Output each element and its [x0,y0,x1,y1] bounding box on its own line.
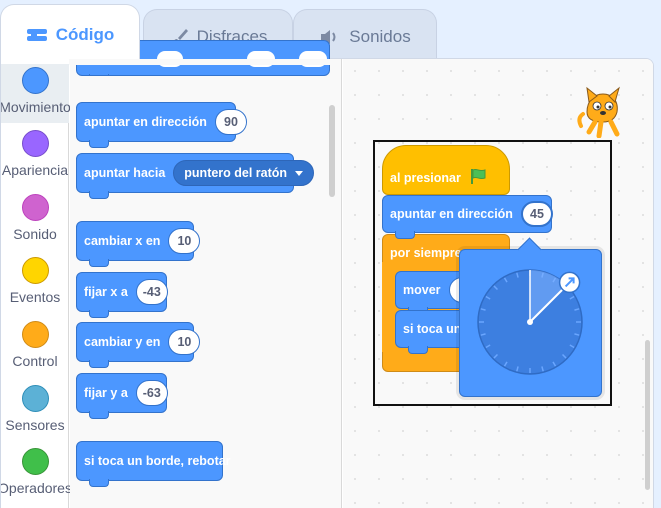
sensing-dot [21,385,49,412]
block-label: si toca un borde, rebotar [84,454,231,468]
block-label: mover [403,283,441,297]
script-direction-input[interactable]: 45 [520,201,553,227]
green-flag-icon [470,168,486,184]
sound-dot [21,194,49,221]
direction-dial-popover[interactable] [459,249,602,397]
category-motion[interactable]: Movimiento [0,59,71,123]
block-change-x[interactable]: cambiar x en 10 [76,221,201,267]
category-operators[interactable]: Operadores [0,440,72,504]
motion-dot [21,67,49,94]
dropdown-arrow-icon [295,170,304,176]
category-label: Movimiento [0,99,71,115]
block-label: apuntar en dirección [84,115,207,129]
block-label: apuntar en dirección [390,207,513,221]
hat-label: al presionar [390,171,461,185]
forever-arm [382,262,396,352]
category-events[interactable]: Eventos [1,249,69,313]
block-set-x[interactable]: fijar x a -43 [76,272,168,318]
block-bounce[interactable]: si toca un borde, rebotar [76,441,231,487]
script-point-direction-block[interactable]: apuntar en dirección 45 [382,195,553,239]
tab-sounds-label: Sonidos [349,26,411,46]
forever-label: por siempre [390,246,462,260]
direction-dial[interactable] [460,250,601,396]
category-label: Apariencia [1,162,69,178]
category-sound[interactable]: Sonido [1,186,69,250]
sprite-cat-icon [577,86,620,138]
category-label: Eventos [9,289,61,305]
block-label: cambiar y en [84,335,161,349]
script-scrollbar[interactable] [645,340,650,490]
control-dot [21,321,49,348]
block-label: apuntar hacia [84,166,166,180]
category-label: Operadores [0,480,72,496]
category-label: Control [12,353,58,369]
block-label: fijar y a [84,386,128,400]
block-set-y[interactable]: fijar y a -63 [76,373,168,419]
operators-dot [21,448,49,475]
block-change-y[interactable]: cambiar y en 10 [76,322,201,368]
tab-code[interactable]: Código [0,4,140,64]
category-sensing[interactable]: Sensores [1,377,69,441]
when-flag-clicked-block[interactable]: al presionar [382,145,510,195]
change-y-input[interactable]: 10 [168,329,201,355]
block-point-direction[interactable]: apuntar en dirección 90 [76,102,247,148]
category-menu: Movimiento Apariencia Sonido Eventos Con… [0,59,72,508]
set-x-input[interactable]: -43 [135,279,168,305]
block-point-towards[interactable]: apuntar hacia puntero del ratón [76,153,315,199]
block-label: cambiar x en [84,234,161,248]
palette-scrollbar[interactable] [329,105,335,197]
events-dot [21,257,49,284]
dropdown-value: puntero del ratón [184,166,288,180]
category-label: Sensores [5,417,65,433]
tab-code-label: Código [55,24,115,44]
category-looks[interactable]: Apariencia [1,122,69,186]
towards-dropdown[interactable]: puntero del ratón [173,160,315,186]
looks-dot [21,130,49,157]
direction-input[interactable]: 90 [214,109,247,135]
block-label: si toca un [403,322,462,336]
change-x-input[interactable]: 10 [168,228,201,254]
category-control[interactable]: Control [1,313,69,377]
block-label: fijar x a [84,285,128,299]
code-icon [26,28,47,41]
set-y-input[interactable]: -63 [135,380,168,406]
category-label: Sonido [13,226,57,242]
